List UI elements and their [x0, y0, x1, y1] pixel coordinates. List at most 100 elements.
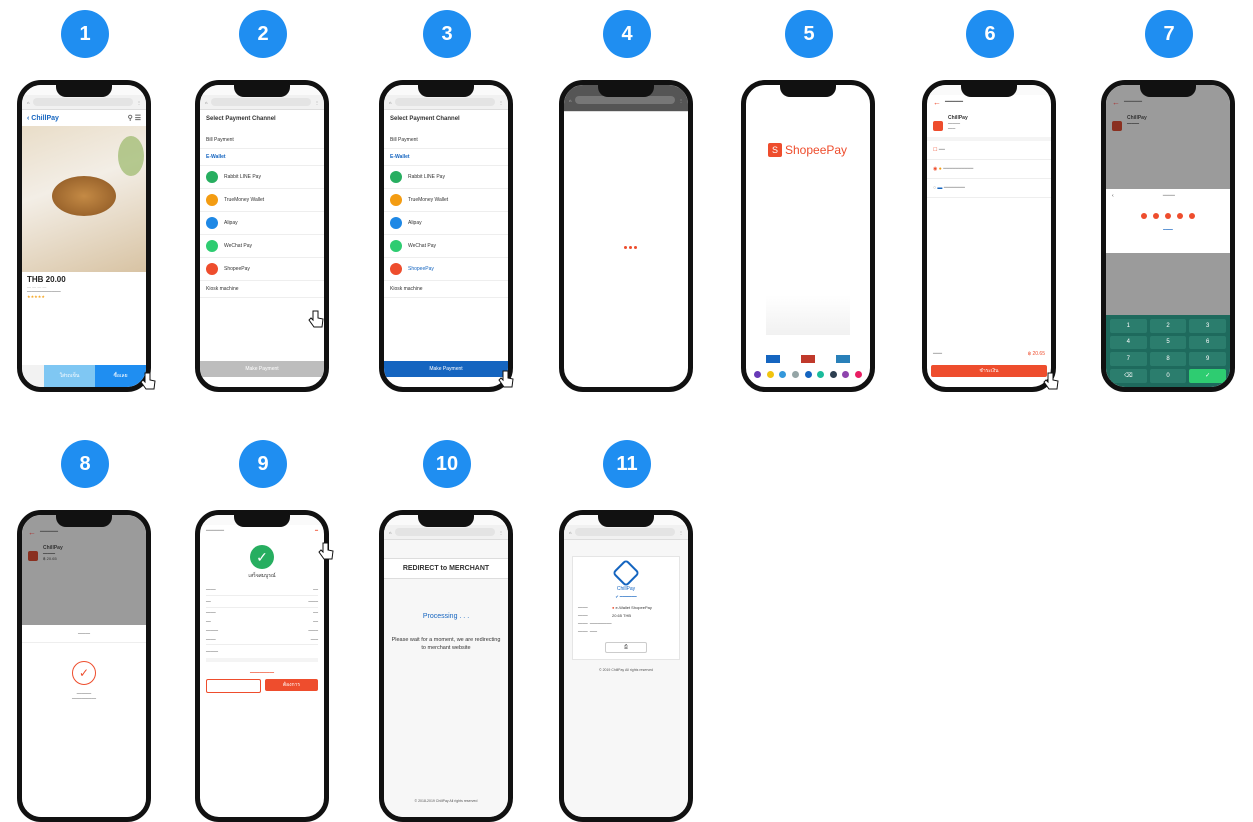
receipt-card: ChillPay ✔ ━━━━━━━ ━━━━ ● e-Wallet Shopee…: [572, 556, 680, 660]
phone-frame: ⌂ ⋮: [559, 80, 693, 392]
success-check-icon: ✓: [72, 661, 96, 685]
voucher-row[interactable]: ☐ ━━: [927, 141, 1051, 160]
key-8[interactable]: 8: [1149, 352, 1187, 366]
phone-frame: ⌂ ⋮ ‹ ChillPay ⚲ ☰ THB 20.00 — — — — ━━━━…: [17, 80, 151, 392]
step-badge: 1: [61, 10, 109, 58]
confirm-button[interactable]: ต้องการ: [265, 679, 318, 691]
phone-screen: ⌂ ⋮ Select Payment Channel Bill Payment E…: [200, 85, 324, 387]
channel-item[interactable]: TrueMoney Wallet: [200, 189, 324, 212]
channel-item[interactable]: Rabbit LINE Pay: [384, 166, 508, 189]
kiosk-row[interactable]: Kiosk machine: [200, 281, 324, 298]
step-11: 11 ⌂ ⋮ ChillPay ✔ ━━━━━━━ ━━━━ ● e-Wallet …: [552, 440, 702, 822]
page-title: Select Payment Channel: [206, 116, 276, 122]
phone-notch: [961, 85, 1017, 97]
confirm-key[interactable]: ✓: [1189, 368, 1226, 383]
back-arrow-icon[interactable]: ←: [933, 98, 941, 107]
browser-url-bar[interactable]: ⌂ ⋮: [564, 525, 688, 540]
e-wallet-row[interactable]: E-Wallet: [200, 149, 324, 166]
key-4[interactable]: 4: [1110, 335, 1147, 349]
bank-icons: [754, 371, 862, 378]
shopeepay-option[interactable]: ◉ ● ━━━━━━━━━━: [927, 160, 1051, 179]
hand-cursor-icon: [318, 542, 334, 560]
product-price: THB 20.00: [27, 275, 66, 284]
step-badge: 9: [239, 440, 287, 488]
processing-text: Processing . . .: [422, 613, 470, 620]
phone-screen: ⌂ ⋮ ‹ ChillPay ⚲ ☰ THB 20.00 — — — — ━━━━…: [22, 85, 146, 387]
phone-screen: ⌂ ⋮ Select Payment Channel Bill Payment E…: [384, 85, 508, 387]
wechat-pay-icon: [390, 240, 402, 252]
redirect-header: REDIRECT to MERCHANT: [384, 558, 508, 579]
channel-item[interactable]: Rabbit LINE Pay: [200, 166, 324, 189]
back-icon[interactable]: ‹: [27, 115, 29, 122]
print-button[interactable]: ⎙: [605, 642, 647, 653]
bill-payment-row[interactable]: Bill Payment: [384, 132, 508, 149]
alipay-icon: [390, 217, 402, 229]
phone-screen: ← ━━━━━━ ChillPay ━━━━━ ‹ ━━━━ ━━━━ 1 2 3 4…: [1106, 85, 1230, 387]
chillpay-logo-icon: [611, 558, 641, 588]
kiosk-row[interactable]: Kiosk machine: [384, 281, 508, 298]
channel-item[interactable]: ShopeePay: [200, 258, 324, 281]
phone-notch: [234, 515, 290, 527]
channel-item[interactable]: WeChat Pay: [200, 235, 324, 258]
browser-url-bar[interactable]: ⌂ ⋮: [22, 95, 146, 110]
phone-frame: ⌂ ⋮ ChillPay ✔ ━━━━━━━ ━━━━ ● e-Wallet Sho…: [559, 510, 693, 822]
key-7[interactable]: 7: [1110, 352, 1147, 366]
rabbit-line-pay-icon: [390, 171, 402, 183]
card-option[interactable]: ○ ▬ ━━━━━━━: [927, 179, 1051, 198]
backspace-key[interactable]: ⌫: [1110, 368, 1147, 383]
close-link[interactable]: ━: [315, 528, 318, 534]
city-illustration: [766, 295, 850, 335]
channel-item[interactable]: Alipay: [384, 212, 508, 235]
step-10: 10 ⌂ ⋮ REDIRECT to MERCHANT Processing . …: [372, 440, 522, 822]
shopeepay-icon: [390, 263, 402, 275]
browser-url-bar[interactable]: ⌂ ⋮: [384, 525, 508, 540]
e-wallet-row[interactable]: E-Wallet: [384, 149, 508, 166]
browser-url-bar[interactable]: ⌂ ⋮: [384, 95, 508, 110]
loading-spinner-icon: [624, 245, 637, 251]
phone-screen: ━━━━━━ ━ ✓ เสร็จสมบูรณ์ ━━━━ ━━ ━━ ━━━━ ━━━…: [200, 515, 324, 817]
key-0[interactable]: 0: [1149, 368, 1187, 383]
key-9[interactable]: 9: [1189, 352, 1226, 366]
buy-now-button[interactable]: ซื้อเลย: [95, 365, 146, 387]
step-6: 6 ← ━━━━━━ ChillPay ━━━━━ ━━━ ☐ ━━ ◉ ● ━━━━…: [915, 10, 1065, 400]
key-5[interactable]: 5: [1149, 335, 1187, 349]
status-label: เสร็จสมบูรณ์: [248, 573, 276, 579]
total-amount: ฿ 20.65: [1027, 351, 1045, 357]
key-3[interactable]: 3: [1189, 319, 1226, 333]
bill-payment-row[interactable]: Bill Payment: [200, 132, 324, 149]
home-icon[interactable]: ⌂: [27, 100, 29, 105]
later-button[interactable]: [206, 679, 261, 693]
page-title: Select Payment Channel: [390, 116, 460, 122]
add-to-cart-button[interactable]: ใส่รถเข็น: [44, 365, 95, 387]
step-5: 5 S ShopeePay: [734, 10, 884, 400]
browser-url-bar[interactable]: ⌂ ⋮: [200, 95, 324, 110]
channel-item[interactable]: WeChat Pay: [384, 235, 508, 258]
footer-copyright: © 2019 ChillPay All rights reserved: [599, 668, 653, 672]
product-image: [22, 126, 146, 272]
shopeepay-logo: ShopeePay: [785, 143, 848, 157]
numeric-keypad: 1 2 3 4 5 6 7 8 9 ⌫ 0 ✓: [1106, 315, 1230, 387]
pay-button[interactable]: ชำระเงิน: [931, 365, 1047, 377]
phone-frame: ← ━━━━━━ ChillPay ━━━━━ ‹ ━━━━ ━━━━ 1 2 3 4…: [1101, 80, 1235, 392]
step-badge: 10: [423, 440, 471, 488]
rabbit-line-pay-icon: [206, 171, 218, 183]
merchant-icon: [933, 121, 943, 131]
brand-name: ChillPay: [616, 586, 636, 592]
shopeepay-icon: [206, 263, 218, 275]
phone-notch: [56, 515, 112, 527]
key-6[interactable]: 6: [1189, 335, 1226, 349]
phone-screen: ⌂ ⋮: [564, 85, 688, 387]
key-1[interactable]: 1: [1110, 319, 1147, 333]
make-payment-button[interactable]: Make Payment: [200, 361, 324, 377]
step-8: 8 ← ━━━━━━ ChillPay ━━━━━ ฿ 20.65 ━━━━━ ✓ ━…: [10, 440, 160, 822]
make-payment-button[interactable]: Make Payment: [384, 361, 508, 377]
channel-item[interactable]: TrueMoney Wallet: [384, 189, 508, 212]
key-2[interactable]: 2: [1149, 319, 1187, 333]
phone-screen: ⌂ ⋮ ChillPay ✔ ━━━━━━━ ━━━━ ● e-Wallet Sho…: [564, 515, 688, 817]
channel-item[interactable]: Alipay: [200, 212, 324, 235]
phone-frame: ━━━━━━ ━ ✓ เสร็จสมบูรณ์ ━━━━ ━━ ━━ ━━━━ ━━━…: [195, 510, 329, 822]
chat-icon[interactable]: [22, 365, 44, 387]
cart-icon[interactable]: ⚲ ☰: [128, 114, 141, 122]
channel-item-selected[interactable]: ShopeePay: [384, 258, 508, 281]
phone-frame: ⌂ ⋮ REDIRECT to MERCHANT Processing . . .…: [379, 510, 513, 822]
